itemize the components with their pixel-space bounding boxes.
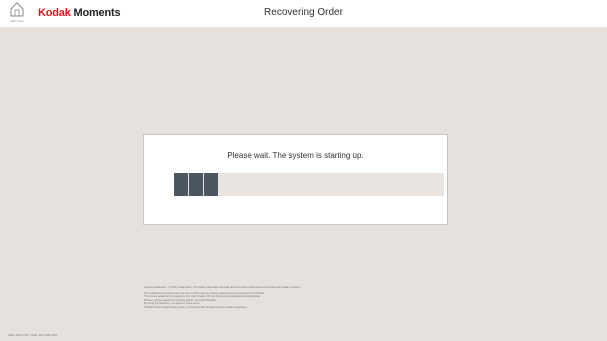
progress-segment <box>204 173 218 196</box>
license-line: KODAK Picture Kiosk Privacy policy is lo… <box>144 305 248 309</box>
start-over-label: Start Over <box>10 19 24 23</box>
licensed-materials-text: Licensed Materials - © 2017 Kodak Alaris… <box>144 286 301 289</box>
license-terms: This Software is licensed under the term… <box>144 292 444 310</box>
progress-bar <box>174 173 444 196</box>
progress-segment <box>189 173 203 196</box>
progress-segment <box>174 173 188 196</box>
startup-message: Please wait. The system is starting up. <box>227 151 364 160</box>
build-info: APEx: 05.01.2714 · Build: 3017 0000 0000 <box>8 334 58 337</box>
page-title: Recovering Order <box>264 7 343 18</box>
legal-notice: Licensed Materials - © 2017 Kodak Alaris… <box>144 286 444 310</box>
header-bar: Start Over Kodak Moments Recovering Orde… <box>0 0 607 27</box>
progress-fill <box>174 173 218 196</box>
startup-dialog: Please wait. The system is starting up. <box>143 134 448 225</box>
